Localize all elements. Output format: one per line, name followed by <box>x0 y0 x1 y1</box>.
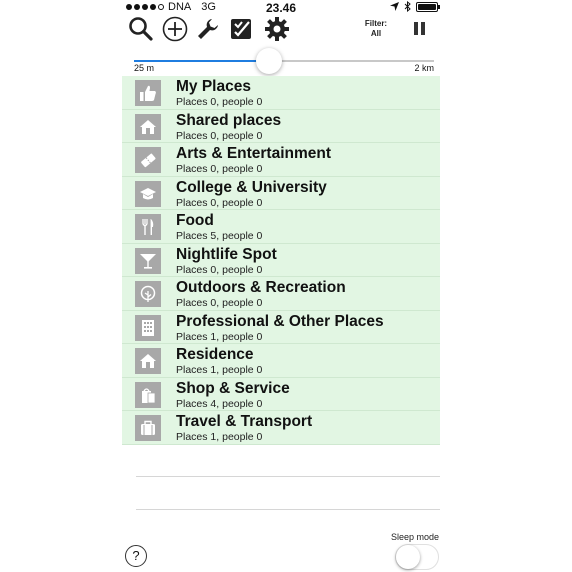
list-item-subtitle: Places 5, people 0 <box>176 230 263 242</box>
list-item-subtitle: Places 0, people 0 <box>176 297 263 309</box>
filter-button[interactable]: Filter: All <box>360 19 392 39</box>
list-item-subtitle: Places 0, people 0 <box>176 163 263 175</box>
list-item[interactable]: Arts & Entertainment Places 0, people 0 <box>122 143 440 177</box>
house-icon <box>135 113 161 140</box>
battery-icon <box>416 1 440 12</box>
slider-max-label: 2 km <box>414 63 434 73</box>
list-item-subtitle: Places 1, people 0 <box>176 364 263 376</box>
office-building-icon <box>135 314 161 341</box>
list-item-title: College & University <box>176 178 327 196</box>
sleep-mode-toggle[interactable] <box>395 544 439 570</box>
ticket-icon <box>135 147 161 173</box>
list-item-subtitle: Places 1, people 0 <box>176 330 263 343</box>
toggle-knob <box>396 545 420 569</box>
cocktail-icon <box>135 247 161 274</box>
list-item[interactable]: Professional & Other Places Places 1, peo… <box>122 310 440 344</box>
list-item[interactable]: Travel & Transport Places 1, people 0 <box>122 411 440 445</box>
bluetooth-icon <box>404 1 411 12</box>
list-item-subtitle: Places 4, people 0 <box>176 397 263 410</box>
list-item[interactable]: Outdoors & Recreation Places 0, people 0 <box>122 277 440 311</box>
help-button[interactable]: ? <box>125 545 147 567</box>
list-item[interactable]: My Places Places 0, people 0 <box>122 76 440 110</box>
gear-icon[interactable] <box>264 16 290 42</box>
list-item-title: Nightlife Spot <box>176 245 277 263</box>
slider-thumb[interactable] <box>256 48 282 74</box>
list-item-subtitle: Places 0, people 0 <box>176 129 263 142</box>
divider <box>136 509 440 510</box>
list-item[interactable]: Residence Places 1, people 0 <box>122 344 440 378</box>
list-item-title: Travel & Transport <box>176 413 313 430</box>
status-bar: DNA 3G 23.46 <box>122 0 440 15</box>
sleep-mode-label: Sleep mode <box>390 532 439 542</box>
checklist-icon[interactable] <box>229 16 255 42</box>
toolbar: Filter: All <box>122 14 440 44</box>
list-item-title: Arts & Entertainment <box>176 145 332 162</box>
filter-label: Filter: <box>364 19 388 28</box>
search-icon[interactable] <box>128 16 154 42</box>
list-item-title: My Places <box>176 78 251 95</box>
app-screen: DNA 3G 23.46 Filter: All 25 m 2 km My Pl… <box>122 0 440 572</box>
divider <box>136 476 440 477</box>
list-item[interactable]: Shared places Places 0, people 0 <box>122 109 440 143</box>
pause-icon[interactable] <box>412 20 428 38</box>
list-item-title: Shop & Service <box>176 379 290 397</box>
list-item-subtitle: Places 0, people 0 <box>176 263 263 276</box>
list-item-subtitle: Places 1, people 0 <box>176 431 263 443</box>
graduation-cap-icon <box>135 180 161 207</box>
radius-slider[interactable]: 25 m 2 km <box>134 48 434 74</box>
list-item-title: Food <box>176 212 214 229</box>
tree-icon <box>135 281 161 307</box>
list-item[interactable]: Shop & Service Places 4, people 0 <box>122 377 440 411</box>
add-circle-icon[interactable] <box>162 16 188 42</box>
list-item-title: Residence <box>176 346 254 363</box>
thumbs-up-icon <box>135 80 161 106</box>
filter-value: All <box>370 29 382 38</box>
list-item-subtitle: Places 0, people 0 <box>176 96 263 108</box>
list-item-title: Shared places <box>176 111 282 129</box>
list-item-subtitle: Places 0, people 0 <box>176 196 263 209</box>
suitcase-icon <box>135 415 161 441</box>
list-item[interactable]: College & University Places 0, people 0 <box>122 176 440 210</box>
slider-min-label: 25 m <box>134 63 155 73</box>
fork-knife-icon <box>135 214 161 240</box>
list-item[interactable]: Food Places 5, people 0 <box>122 210 440 244</box>
category-list: My Places Places 0, people 0 Shared places… <box>122 76 440 445</box>
house-icon <box>135 348 161 374</box>
list-item-title: Outdoors & Recreation <box>176 279 346 296</box>
list-item-title: Professional & Other Places <box>176 312 384 330</box>
slider-fill <box>134 60 269 62</box>
status-right <box>390 1 440 12</box>
wrench-icon[interactable] <box>195 16 221 42</box>
list-item[interactable]: Nightlife Spot Places 0, people 0 <box>122 243 440 277</box>
location-arrow-icon <box>390 2 399 11</box>
shopping-bag-icon <box>135 381 161 408</box>
